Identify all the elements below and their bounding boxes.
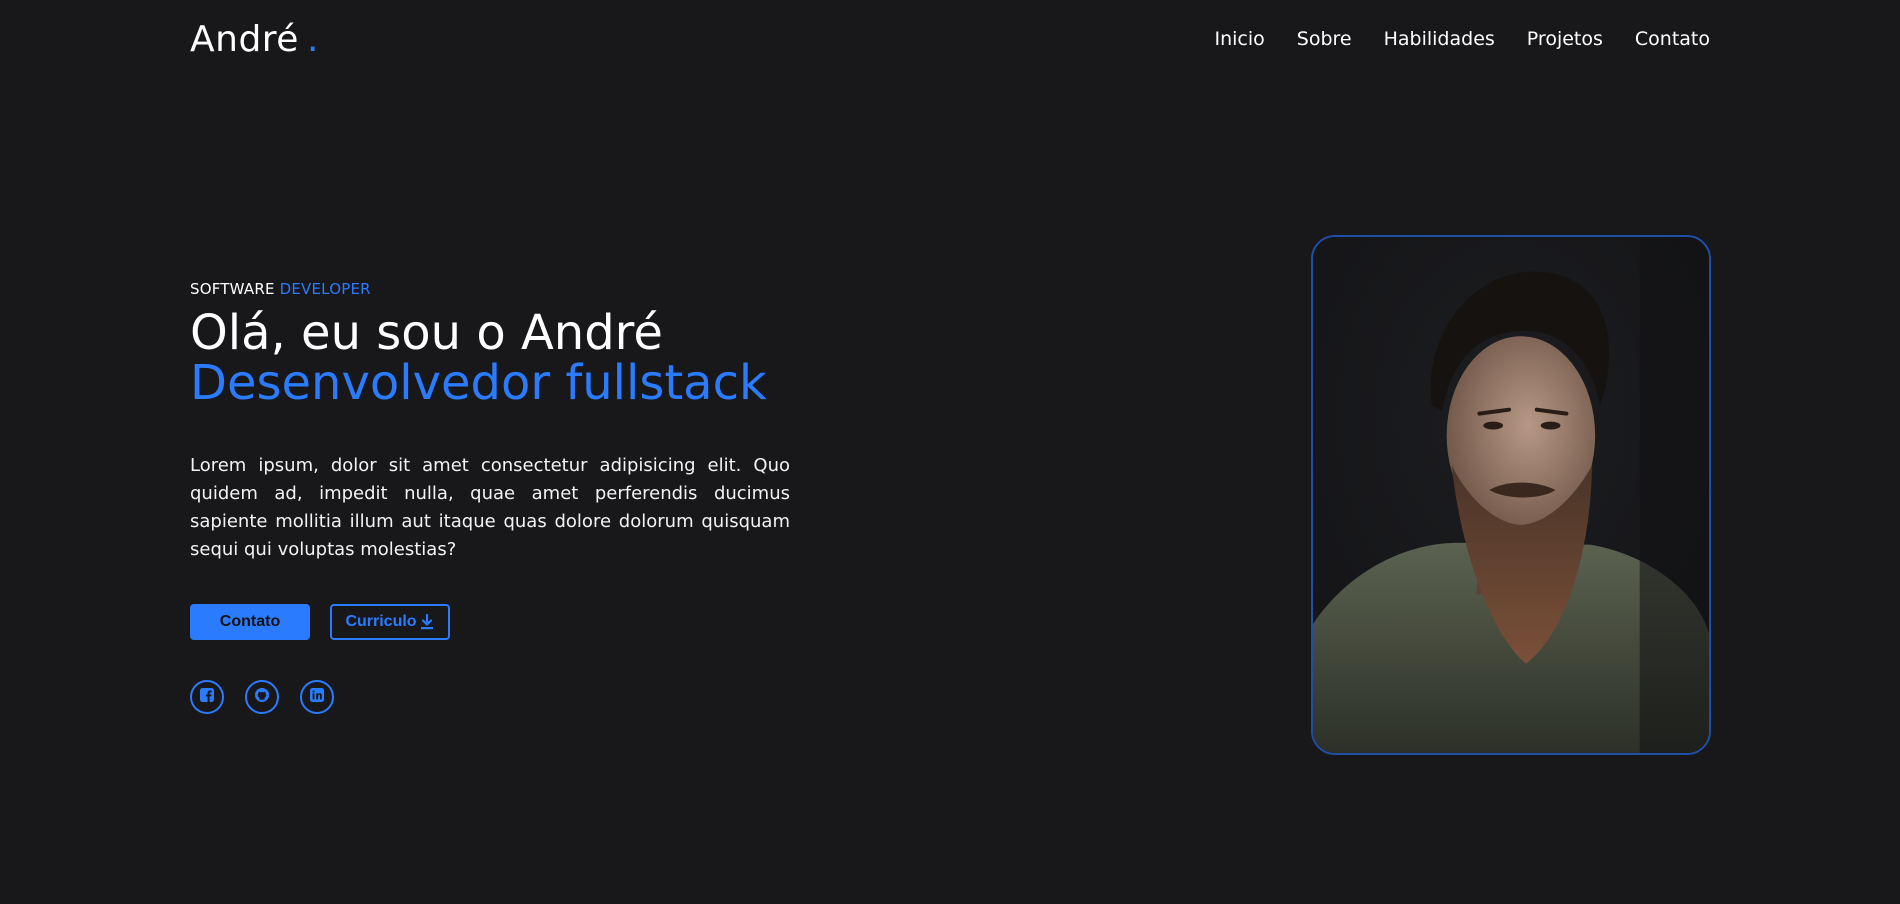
logo-dot: .	[306, 18, 319, 60]
github-link[interactable]	[245, 680, 279, 714]
profile-photo-illustration	[1313, 237, 1709, 753]
logo-text: André	[190, 18, 299, 60]
social-links	[190, 680, 790, 714]
site-header: André . Inicio Sobre Habilidades Projeto…	[190, 14, 1710, 64]
nav-link-contato[interactable]: Contato	[1635, 28, 1710, 50]
hero-greeting: Olá, eu sou o André	[190, 305, 663, 361]
contact-button[interactable]: Contato	[190, 604, 310, 640]
nav-link-inicio[interactable]: Inicio	[1214, 28, 1264, 50]
hero-intro: SOFTWARE DEVELOPER Olá, eu sou o André D…	[190, 280, 790, 714]
nav-link-sobre[interactable]: Sobre	[1297, 28, 1352, 50]
tag-accent: DEVELOPER	[279, 280, 371, 298]
nav-link-habilidades[interactable]: Habilidades	[1384, 28, 1495, 50]
logo[interactable]: André .	[190, 19, 319, 60]
linkedin-icon	[309, 687, 325, 707]
facebook-icon	[199, 687, 215, 707]
hero-description: Lorem ipsum, dolor sit amet consectetur …	[190, 455, 790, 560]
facebook-link[interactable]	[190, 680, 224, 714]
nav-link-projetos[interactable]: Projetos	[1527, 28, 1603, 50]
contact-button-label: Contato	[219, 613, 281, 630]
resume-button-label: Curriculo	[345, 613, 417, 630]
hero-role: Desenvolvedor fullstack	[190, 355, 767, 411]
main-nav: Inicio Sobre Habilidades Projetos Contat…	[1214, 28, 1710, 50]
github-icon	[254, 687, 270, 707]
hero-headline: Olá, eu sou o André Desenvolvedor fullst…	[190, 308, 790, 408]
tag-primary: SOFTWARE	[190, 280, 275, 298]
hero-actions: Contato Curriculo	[190, 604, 790, 640]
hero-tagline: SOFTWARE DEVELOPER	[190, 280, 790, 298]
portfolio-page: André . Inicio Sobre Habilidades Projeto…	[0, 0, 1900, 904]
profile-photo	[1311, 235, 1711, 755]
download-icon	[419, 613, 435, 630]
resume-button[interactable]: Curriculo	[330, 604, 450, 640]
linkedin-link[interactable]	[300, 680, 334, 714]
